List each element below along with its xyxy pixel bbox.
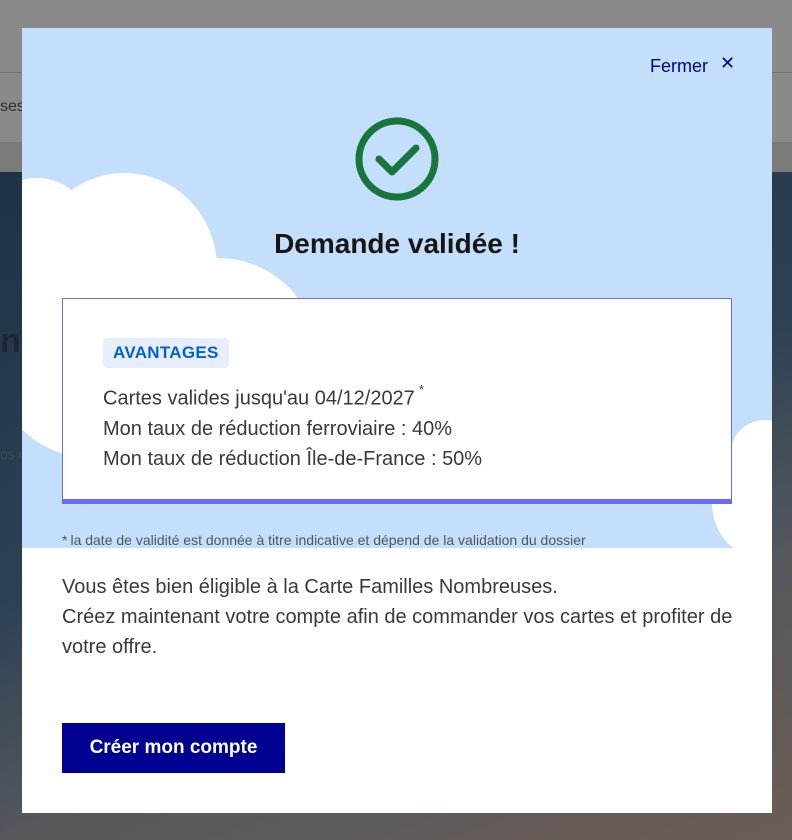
eligibility-text: Vous êtes bien éligible à la Carte Famil… xyxy=(62,576,558,598)
benefits-card: AVANTAGES Cartes valides jusqu'au 04/12/… xyxy=(62,298,732,504)
close-button-label: Fermer xyxy=(650,56,708,76)
create-account-button[interactable]: Créer mon compte xyxy=(62,723,285,773)
benefits-badge: AVANTAGES xyxy=(103,338,229,368)
benefits-list: Cartes valides jusqu'au 04/12/2027 * Mon … xyxy=(103,378,482,474)
benefit-rail-discount: Mon taux de réduction ferroviaire : 40% xyxy=(103,417,453,440)
footnote-asterisk: * xyxy=(62,532,68,548)
instruction-text: Créez maintenant votre compte afin de co… xyxy=(62,606,733,658)
close-icon: ✕ xyxy=(720,52,736,74)
footnote-text: la date de validité est donnée à titre i… xyxy=(70,532,586,548)
validity-footnote: * la date de validité est donnée à titre … xyxy=(62,532,586,548)
modal-title: Demande validée ! xyxy=(274,228,520,259)
success-modal: Fermer ✕ Demande validée ! AVANTAGES Car… xyxy=(22,28,772,813)
close-button[interactable]: Fermer ✕ xyxy=(650,52,736,77)
benefit-validity: Cartes valides jusqu'au 04/12/2027 * xyxy=(103,378,482,414)
validity-asterisk: * xyxy=(418,382,424,397)
benefit-validity-text: Cartes valides jusqu'au 04/12/2027 xyxy=(103,387,415,410)
benefit-idf-discount: Mon taux de réduction Île-de-France : 50… xyxy=(103,447,483,470)
eligibility-message: Vous êtes bien éligible à la Carte Famil… xyxy=(62,572,742,662)
check-circle-icon xyxy=(355,117,439,201)
